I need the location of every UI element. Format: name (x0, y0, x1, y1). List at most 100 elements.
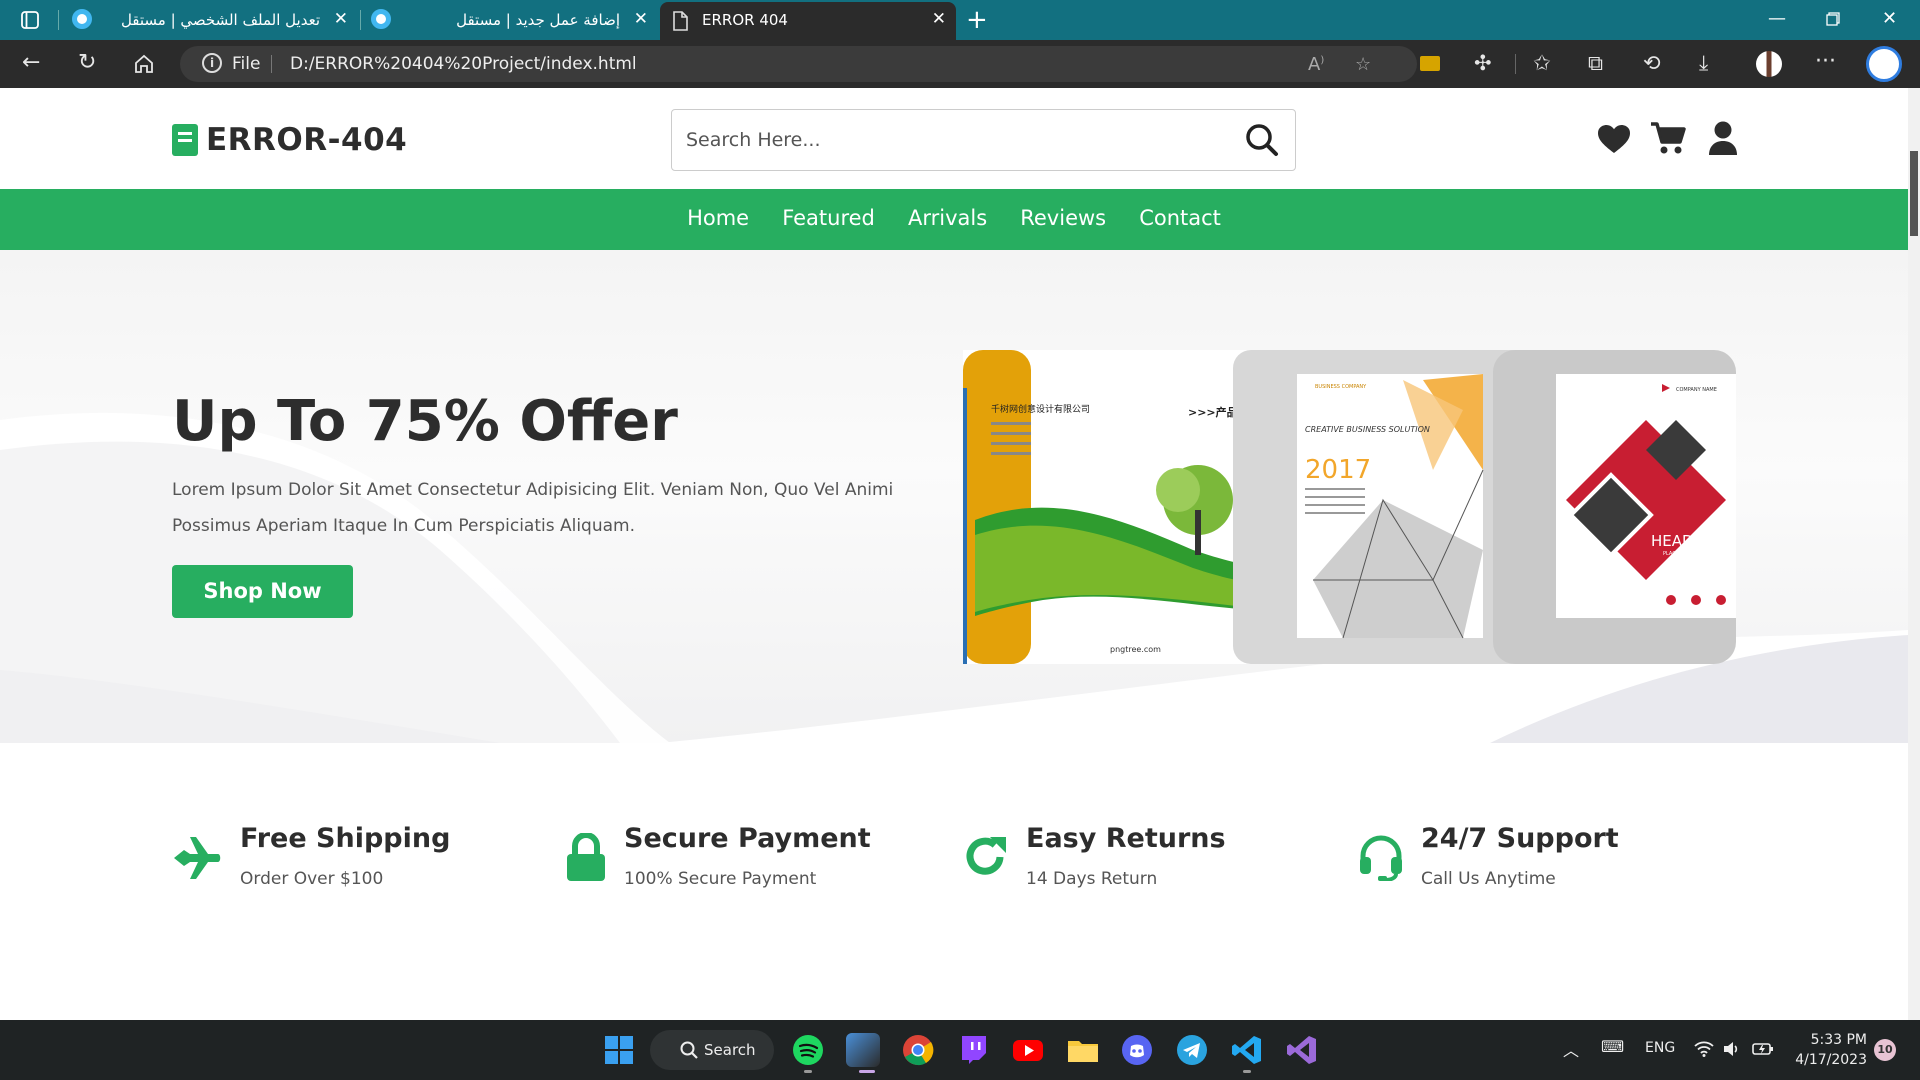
refresh-icon[interactable]: ↻ (78, 50, 96, 75)
read-aloud-icon[interactable]: A) (1308, 54, 1324, 75)
discord-icon[interactable] (1120, 1033, 1154, 1067)
tab-add-work[interactable]: إضافة عمل جديد | مستقل ✕ (366, 2, 656, 40)
tab-actions-icon[interactable] (20, 10, 40, 30)
tab-profile-edit[interactable]: تعديل الملف الشخصي | مستقل ✕ (66, 2, 356, 40)
download-icon[interactable]: ⤓ (1699, 51, 1708, 76)
search-icon[interactable] (1244, 122, 1280, 158)
main-nav: Home Featured Arrivals Reviews Contact (0, 189, 1908, 250)
book1-heading-text: >>>产品 (1188, 405, 1238, 419)
site-favicon-icon (72, 9, 92, 29)
add-favorite-icon[interactable]: ☆ (1355, 54, 1371, 75)
spotify-icon[interactable] (791, 1033, 825, 1067)
visual-studio-icon[interactable] (1285, 1033, 1319, 1067)
address-bar[interactable]: i File D:/ERROR%20404%20Project/index.ht… (180, 46, 1417, 82)
restore-icon[interactable] (1826, 12, 1840, 26)
clock-time: 5:33 PM (1810, 1032, 1867, 1048)
more-options-icon[interactable]: ··· (1815, 49, 1836, 74)
book1-company-text: 千树网创意设计有限公司 (991, 403, 1090, 415)
windows-taskbar: Search ︿ ⌨ ENG 5:33 PM 4/17/2023 10 (0, 1020, 1920, 1080)
taskbar-clock[interactable]: 5:33 PM 4/17/2023 (1793, 1030, 1867, 1070)
info-icon[interactable]: i (202, 53, 222, 73)
extensions-icon[interactable]: ✣ (1474, 51, 1492, 75)
tab-label: إضافة عمل جديد | مستقل (456, 11, 620, 29)
plane-icon (174, 837, 221, 879)
user-icon[interactable] (1708, 121, 1738, 155)
hero-section: Up To 75% Offer Lorem Ipsum Dolor Sit Am… (0, 250, 1908, 743)
cart-icon[interactable] (1650, 121, 1686, 155)
nav-reviews[interactable]: Reviews (1020, 206, 1106, 230)
vscode-icon[interactable] (1230, 1033, 1264, 1067)
shop-now-button[interactable]: Shop Now (172, 565, 353, 618)
headset-icon (1360, 835, 1402, 881)
heart-icon[interactable] (1597, 124, 1631, 154)
battery-icon[interactable] (1752, 1041, 1774, 1057)
wifi-icon[interactable] (1694, 1041, 1714, 1057)
book1-footer-text: pngtree.com (1110, 645, 1161, 654)
volume-icon[interactable] (1722, 1040, 1740, 1058)
taskbar-search[interactable]: Search (650, 1030, 774, 1070)
tab-label: ERROR 404 (702, 11, 788, 29)
nav-featured[interactable]: Featured (782, 206, 875, 230)
scrollbar-thumb[interactable] (1910, 151, 1918, 236)
bing-icon[interactable] (1866, 46, 1902, 82)
windows-start-icon[interactable] (602, 1033, 636, 1067)
book2-year-text: 2017 (1305, 455, 1371, 485)
favorites-icon[interactable]: ✩ (1533, 51, 1551, 75)
hero-description: Lorem Ipsum Dolor Sit Amet Consectetur A… (172, 480, 894, 536)
show-hidden-icons-icon[interactable]: ︿ (1563, 1037, 1579, 1061)
twitch-icon[interactable] (956, 1033, 990, 1067)
lock-icon (567, 833, 605, 881)
close-window-icon[interactable]: ✕ (1882, 8, 1897, 29)
nav-arrivals[interactable]: Arrivals (908, 206, 987, 230)
collections-icon[interactable]: ⧉ (1588, 51, 1603, 76)
feature-subtitle: 14 Days Return (1026, 869, 1158, 889)
browser-tab-bar: تعديل الملف الشخصي | مستقل ✕ إضافة عمل ج… (0, 0, 1920, 40)
features-section: Free Shipping Order Over $100 Secure Pay… (0, 743, 1908, 1020)
running-indicator (1243, 1070, 1251, 1073)
user-app-icon[interactable] (846, 1033, 880, 1067)
telegram-icon[interactable] (1175, 1033, 1209, 1067)
clock-date: 4/17/2023 (1795, 1052, 1867, 1068)
book-cover-headline[interactable]: COMPANY NAME HEADLINE PLACE YOUR TEXT HE… (1493, 350, 1736, 664)
back-arrow-icon[interactable]: ← (22, 50, 40, 75)
tab-label: تعديل الملف الشخصي | مستقل (120, 11, 320, 29)
keyboard-icon[interactable]: ⌨ (1601, 1037, 1624, 1056)
file-explorer-icon[interactable] (1066, 1033, 1100, 1067)
close-tab-icon[interactable]: ✕ (634, 9, 648, 29)
search-box (671, 109, 1296, 171)
book-covers-showcase[interactable]: 千树网创意设计有限公司 >>>产品 pngtree.com BUSINESS C… (963, 350, 1736, 664)
youtube-icon[interactable] (1011, 1033, 1045, 1067)
new-tab-icon[interactable]: + (966, 5, 988, 35)
site-logo[interactable]: ERROR-404 (172, 122, 407, 158)
tab-divider (58, 10, 59, 30)
chrome-icon[interactable] (901, 1033, 935, 1067)
running-indicator (859, 1070, 875, 1073)
profile-avatar[interactable] (1756, 51, 1782, 77)
language-indicator[interactable]: ENG (1645, 1040, 1675, 1056)
close-tab-icon[interactable]: ✕ (334, 9, 348, 29)
history-icon[interactable]: ⟲ (1643, 51, 1661, 75)
feature-subtitle: 100% Secure Payment (624, 869, 817, 889)
redo-icon (966, 837, 1006, 875)
notification-badge[interactable]: 10 (1874, 1039, 1896, 1061)
minimize-icon[interactable]: — (1768, 8, 1786, 29)
nav-home[interactable]: Home (687, 206, 749, 230)
tab-error-404[interactable]: ERROR 404 ✕ (660, 2, 956, 40)
book2-title-text: CREATIVE BUSINESS SOLUTION (1305, 425, 1430, 434)
feature-title: Secure Payment (624, 823, 871, 854)
home-icon[interactable] (133, 53, 155, 75)
page-scrollbar[interactable] (1908, 88, 1920, 1020)
close-tab-icon[interactable]: ✕ (932, 9, 946, 29)
book-cover-business[interactable]: BUSINESS COMPANY CREATIVE BUSINESS SOLUT… (1233, 350, 1533, 664)
url-text[interactable]: D:/ERROR%20404%20Project/index.html (290, 54, 637, 74)
extension-badge-icon[interactable] (1420, 56, 1440, 71)
search-icon (680, 1041, 698, 1059)
tab-divider (360, 10, 361, 30)
logo-text: ERROR-404 (206, 122, 408, 158)
book2-brand-text: BUSINESS COMPANY (1315, 384, 1367, 390)
search-input[interactable] (686, 124, 1206, 156)
book-cover-green[interactable]: 千树网创意设计有限公司 >>>产品 pngtree.com (963, 350, 1253, 664)
nav-contact[interactable]: Contact (1139, 206, 1221, 230)
url-scheme: File (232, 54, 261, 74)
feature-subtitle: Call Us Anytime (1421, 869, 1556, 889)
